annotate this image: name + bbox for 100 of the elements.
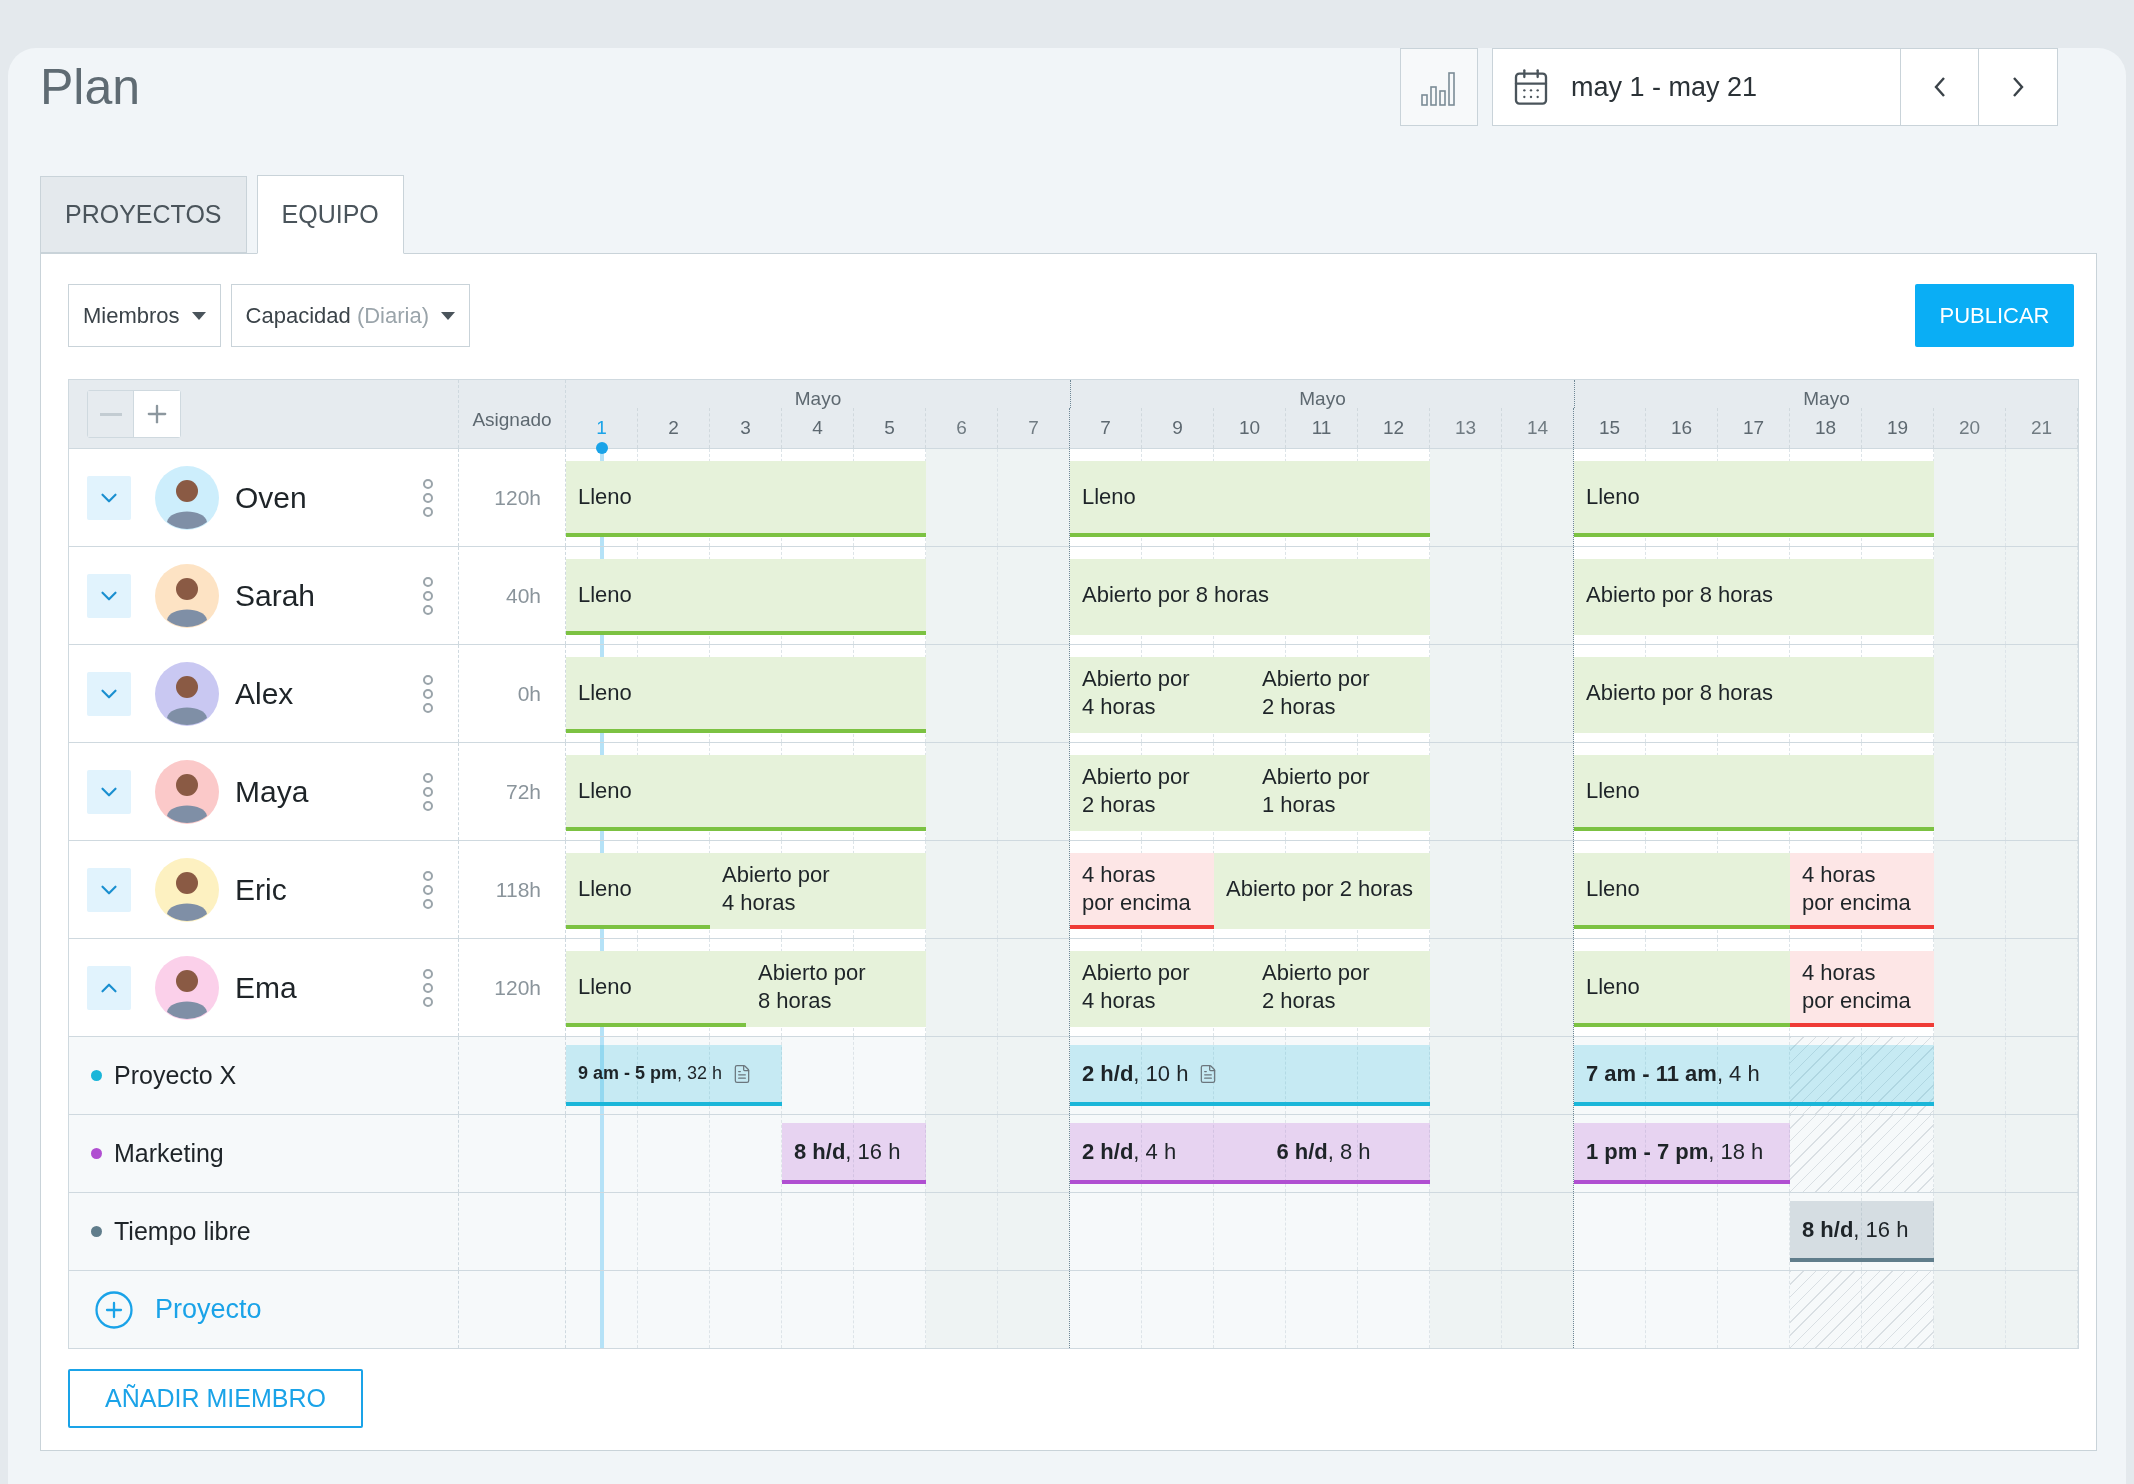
day-label: 3	[740, 415, 751, 440]
project-block[interactable]: 6 h/d, 8 h	[1264, 1123, 1430, 1184]
project-block[interactable]: 8 h/d, 16 h	[782, 1123, 926, 1184]
expand-toggle[interactable]	[87, 769, 131, 814]
column-header: Asignado	[472, 407, 552, 432]
day-label: 11	[1311, 415, 1332, 440]
chevron-right-icon	[2012, 77, 2024, 97]
month-label: Mayo	[1803, 389, 1850, 408]
project-block[interactable]: 7 am - 11 am, 4 h	[1574, 1045, 1934, 1106]
member-name: Oven	[235, 480, 308, 516]
capacity-block[interactable]: Lleno	[1574, 461, 1934, 537]
capacity-block[interactable]: Abierto por 8 horas	[1574, 657, 1934, 733]
capacity-block[interactable]: 4 horas por encima	[1790, 951, 1934, 1027]
assigned-hours: 120h	[494, 484, 541, 511]
plus-circle-icon	[93, 1288, 135, 1331]
day-label: 20	[1958, 415, 1981, 440]
capacity-block[interactable]: Abierto por 8 horas	[1574, 559, 1934, 635]
capacity-block[interactable]: 4 horas por encima	[1790, 853, 1934, 929]
member-name: Ema	[235, 970, 298, 1006]
more-options-icon[interactable]	[422, 967, 434, 1008]
month-label: Mayo	[794, 389, 842, 408]
minus-icon	[99, 412, 122, 416]
day-label: 7	[1028, 415, 1039, 440]
project-block[interactable]: 1 pm - 7 pm, 18 h	[1574, 1123, 1790, 1184]
capacity-block[interactable]: Lleno	[566, 461, 926, 537]
today-marker	[596, 442, 608, 454]
project-name: Marketing	[114, 1137, 224, 1169]
capacity-block[interactable]: Lleno	[566, 853, 710, 929]
expand-toggle[interactable]	[87, 475, 131, 520]
day-label: 6	[956, 415, 967, 440]
capacity-block[interactable]: Lleno	[1574, 853, 1790, 929]
expand-toggle[interactable]	[87, 867, 131, 912]
tab[interactable]: PROYECTOS	[40, 176, 247, 253]
expand-button[interactable]	[134, 391, 180, 437]
capacity-block[interactable]: Lleno	[566, 559, 926, 635]
capacity-block[interactable]: Lleno	[1070, 461, 1430, 537]
day-label: 9	[1172, 415, 1183, 440]
assigned-hours: 40h	[505, 582, 541, 609]
month-label: Mayo	[1299, 389, 1346, 408]
chevron-left-icon	[1933, 77, 1946, 97]
more-options-icon[interactable]	[422, 477, 434, 518]
day-label: 7	[1100, 415, 1111, 440]
more-options-icon[interactable]	[422, 869, 434, 910]
capacity-block[interactable]: Abierto por 4 horas	[1070, 657, 1250, 733]
expand-toggle[interactable]	[87, 671, 131, 716]
member-name: Alex	[235, 676, 295, 712]
expand-toggle[interactable]	[87, 965, 131, 1010]
more-options-icon[interactable]	[422, 575, 434, 616]
tab[interactable]: EQUIPO	[256, 175, 404, 254]
capacity-block[interactable]: Abierto por 4 horas	[710, 853, 926, 929]
expand-toggle[interactable]	[87, 573, 131, 618]
chart-button[interactable]	[1400, 48, 1478, 126]
caret-icon	[441, 311, 455, 320]
day-label: 13	[1454, 415, 1477, 440]
collapse-button[interactable]	[88, 391, 134, 437]
day-label: 10	[1238, 415, 1261, 440]
capacity-block[interactable]: Lleno	[566, 755, 926, 831]
capacity-block[interactable]: Lleno	[1574, 755, 1934, 831]
day-label: 1	[596, 415, 607, 440]
capacity-block[interactable]: Abierto por 2 horas	[1250, 657, 1430, 733]
day-label: 16	[1670, 415, 1693, 440]
capacity-block[interactable]: Abierto por 2 horas	[1070, 755, 1250, 831]
capacity-block[interactable]: Abierto por 8 horas	[746, 951, 926, 1027]
capacity-block[interactable]: Abierto por 4 horas	[1070, 951, 1250, 1027]
filter-dropdown[interactable]: Miembros	[68, 284, 221, 347]
project-block[interactable]: 8 h/d, 16 h	[1790, 1201, 1934, 1262]
capacity-block[interactable]: Abierto por 2 horas	[1214, 853, 1430, 929]
page-title: Plan	[40, 57, 141, 117]
member-name: Eric	[235, 872, 288, 908]
day-label: 5	[884, 415, 895, 440]
day-label: 14	[1526, 415, 1549, 440]
assigned-hours: 118h	[495, 876, 541, 903]
member-name: Sarah	[235, 578, 317, 614]
capacity-block[interactable]: Abierto por 2 horas	[1250, 951, 1430, 1027]
day-label: 2	[668, 415, 679, 440]
capacity-block[interactable]: Abierto por 1 horas	[1250, 755, 1430, 831]
assigned-hours: 0h	[517, 680, 541, 707]
day-label: 19	[1886, 415, 1909, 440]
capacity-block[interactable]: Lleno	[566, 951, 746, 1027]
filter-dropdown[interactable]: Capacidad (Diaria)	[230, 284, 470, 347]
capacity-block[interactable]: Lleno	[1574, 951, 1790, 1027]
capacity-block[interactable]: 4 horas por encima	[1070, 853, 1214, 929]
day-label: 15	[1598, 415, 1621, 440]
day-label: 21	[2030, 415, 2053, 440]
day-label: 18	[1814, 415, 1837, 440]
day-label: 17	[1742, 415, 1765, 440]
capacity-block[interactable]: Lleno	[566, 657, 926, 733]
assigned-hours: 120h	[494, 974, 541, 1001]
capacity-block[interactable]: Abierto por 8 horas	[1070, 559, 1430, 635]
assigned-hours: 72h	[505, 778, 541, 805]
member-name: Maya	[235, 774, 310, 810]
more-options-icon[interactable]	[422, 771, 434, 812]
day-label: 4	[812, 415, 823, 440]
more-options-icon[interactable]	[422, 673, 434, 714]
project-name: Proyecto X	[114, 1059, 237, 1091]
day-label: 12	[1382, 415, 1405, 440]
project-block[interactable]: 2 h/d, 4 h	[1070, 1123, 1265, 1184]
project-block[interactable]: 2 h/d, 10 h	[1070, 1045, 1430, 1106]
project-block[interactable]: 9 am - 5 pm, 32 h	[566, 1045, 782, 1106]
caret-icon	[191, 311, 206, 320]
